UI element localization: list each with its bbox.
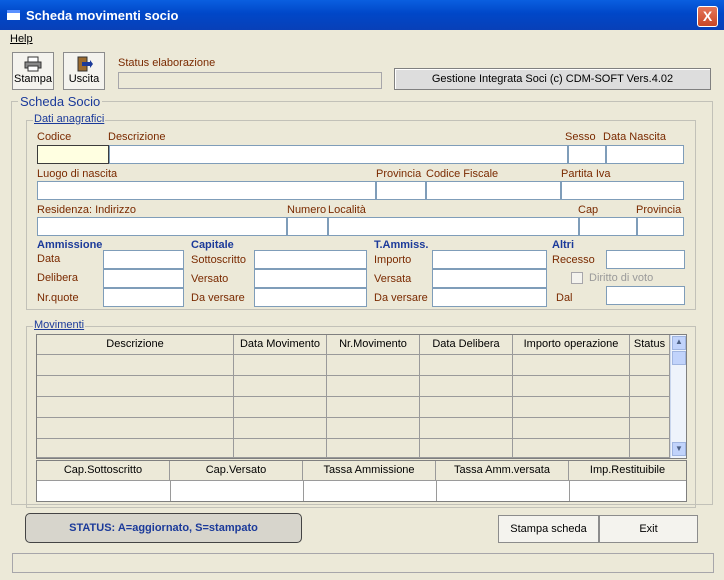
scroll-up-icon[interactable]: ▲ [672,336,686,350]
exit-button[interactable]: Exit [599,515,698,543]
descrizione-input[interactable] [109,145,568,164]
codice-input[interactable] [37,145,109,164]
versata-label: Versata [374,273,412,285]
numero-label: Numero [287,204,327,216]
movimenti-table[interactable]: Descrizione Data Movimento Nr.Movimento … [36,334,687,459]
exit-label: Uscita [68,73,100,85]
data-nascita-input[interactable] [606,145,684,164]
recesso-input[interactable] [606,250,685,269]
provincia-label: Provincia [376,168,422,180]
capitale-title: Capitale [191,239,234,251]
print-card-button[interactable]: Stampa scheda [498,515,599,543]
tassa-da-versare-label: Da versare [374,292,428,304]
totals-table[interactable]: Cap.Sottoscritto Cap.Versato Tassa Ammis… [36,460,687,502]
version-label: Gestione Integrata Soci (c) CDM-SOFT Ver… [394,68,711,90]
tassa-da-versare-input[interactable] [432,288,547,307]
altri-title: Altri [552,239,574,251]
importo-input[interactable] [432,250,547,269]
provincia-nascita-input[interactable] [376,181,426,200]
col-tassa-amm-versata: Tassa Amm.versata [436,461,569,481]
localita-input[interactable] [328,217,579,236]
numero-input[interactable] [287,217,328,236]
window-icon [7,10,20,20]
movimenti-title: Movimenti [33,319,86,331]
versata-input[interactable] [432,269,547,288]
status-legend: STATUS: A=aggiornato, S=stampato [25,513,302,543]
col-cap-versato: Cap.Versato [170,461,303,481]
provincia-residenza-label: Provincia [636,204,682,216]
menu-help[interactable]: Help [10,33,33,45]
scroll-thumb[interactable] [672,351,686,365]
print-button[interactable]: Stampa [12,52,54,90]
codice-label: Codice [37,131,72,143]
sottoscritto-input[interactable] [254,250,367,269]
col-data-delibera[interactable]: Data Delibera [420,335,513,355]
scheda-socio-title: Scheda Socio [18,94,103,109]
dal-input[interactable] [606,286,685,305]
diritto-voto-checkbox[interactable] [571,272,583,284]
status-elaborazione-label: Status elaborazione [118,57,216,69]
luogo-nascita-input[interactable] [37,181,376,200]
ammissione-data-input[interactable] [103,250,184,269]
nr-quote-input[interactable] [103,288,184,307]
nr-quote-label: Nr.quote [37,292,79,304]
print-label: Stampa [14,73,52,85]
sottoscritto-label: Sottoscritto [191,254,247,266]
indirizzo-input[interactable] [37,217,287,236]
col-tassa-ammissione: Tassa Ammissione [303,461,436,481]
data-nascita-label: Data Nascita [603,131,666,143]
capitale-da-versare-input[interactable] [254,288,367,307]
importo-label: Importo [374,254,412,266]
partita-iva-input[interactable] [561,181,684,200]
versato-label: Versato [191,273,229,285]
descrizione-label: Descrizione [108,131,166,143]
versato-input[interactable] [254,269,367,288]
delibera-label: Delibera [37,272,78,284]
cap-label: Cap [578,204,599,216]
status-progress-bar [118,72,382,89]
col-nr-movimento[interactable]: Nr.Movimento [327,335,420,355]
dati-anagrafici-title: Dati anagrafici [33,113,106,125]
col-data-movimento[interactable]: Data Movimento [234,335,327,355]
residenza-label: Residenza: Indirizzo [37,204,137,216]
cap-input[interactable] [579,217,637,236]
vertical-scrollbar[interactable]: ▲ ▼ [670,335,686,458]
menu-bar [0,30,724,48]
partita-iva-label: Partita Iva [561,168,611,180]
col-status[interactable]: Status [630,335,670,355]
window-title: Scheda movimenti socio [26,8,179,23]
codice-fiscale-input[interactable] [426,181,561,200]
ammissione-data-label: Data [37,253,61,265]
sesso-input[interactable] [568,145,606,164]
col-importo-operazione[interactable]: Importo operazione [513,335,630,355]
scroll-down-icon[interactable]: ▼ [672,442,686,456]
exit-toolbar-button[interactable]: Uscita [63,52,105,90]
recesso-label: Recesso [552,254,595,266]
capitale-da-versare-label: Da versare [191,292,245,304]
status-bar [12,553,714,573]
codice-fiscale-label: Codice Fiscale [426,168,499,180]
col-descrizione[interactable]: Descrizione [37,335,234,355]
t-ammiss-title: T.Ammiss. [374,239,429,251]
dal-label: Dal [556,292,573,304]
luogo-nascita-label: Luogo di nascita [37,168,118,180]
close-button[interactable]: X [697,6,718,27]
delibera-input[interactable] [103,269,184,288]
col-imp-restituibile: Imp.Restituibile [569,461,686,481]
localita-label: Località [328,204,366,216]
printer-icon [24,56,42,72]
col-cap-sottoscritto: Cap.Sottoscritto [37,461,170,481]
provincia-residenza-input[interactable] [637,217,684,236]
exit-door-icon [77,56,93,72]
ammissione-title: Ammissione [37,239,103,251]
diritto-voto-label: Diritto di voto [589,272,654,284]
sesso-label: Sesso [565,131,596,143]
